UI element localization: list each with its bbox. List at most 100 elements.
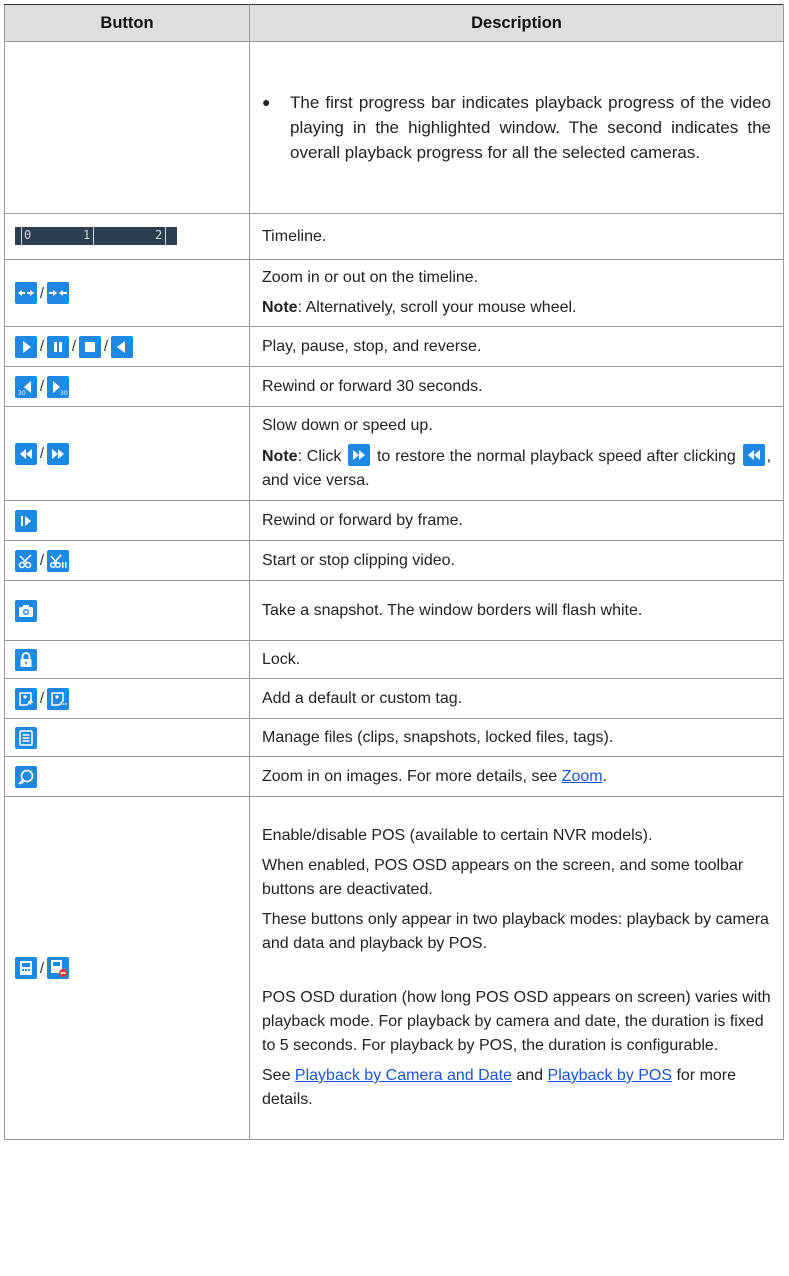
bullet-text: The first progress bar indicates playbac…	[290, 93, 771, 162]
description-text: Zoom in or out on the timeline.	[262, 269, 479, 286]
button-description-table: Button Description ● The first progress …	[4, 4, 784, 1140]
button-cell	[4, 580, 250, 641]
table-row-play-controls: / / / Play, pause, stop, and reverse.	[4, 326, 784, 367]
enable-pos-icon	[15, 957, 37, 979]
speed-up-icon	[47, 442, 69, 465]
timeline-tick-label: 0	[24, 228, 32, 243]
slash-separator: /	[39, 552, 45, 569]
button-cell	[4, 500, 250, 541]
button-cell: /	[4, 406, 250, 501]
shrink-timeline-icon	[47, 282, 69, 304]
note-label: Note	[262, 448, 298, 465]
note-paragraph: Note: Alternatively, scroll your mouse w…	[262, 296, 771, 320]
table-row-pos: / Enable/disable POS (available to certa…	[4, 796, 784, 1140]
button-cell	[4, 718, 250, 757]
slash-separator: /	[39, 959, 45, 977]
table-row-zoom-image: Zoom in on images. For more details, see…	[4, 756, 784, 797]
description-cell: Start or stop clipping video.	[249, 540, 784, 581]
table-row-zoom-timeline: / Zoom in or out on the timeline. Note: …	[4, 259, 784, 327]
slash-separator: /	[39, 338, 45, 355]
description-text: and	[511, 1067, 548, 1084]
description-cell: Lock.	[249, 640, 784, 679]
expand-timeline-icon	[15, 282, 37, 304]
forward-30-icon: 30	[47, 375, 69, 398]
slash-separator: /	[39, 690, 45, 707]
timeline-icon: 0 1 2	[15, 227, 177, 246]
note-paragraph: Note: Click to restore the normal playba…	[262, 444, 771, 493]
rewind-30-icon: 30	[15, 375, 37, 398]
pause-icon	[47, 335, 69, 358]
description-cell: Rewind or forward by frame.	[249, 500, 784, 541]
button-cell: / / /	[4, 326, 250, 367]
slash-separator: /	[71, 338, 77, 355]
slow-down-icon	[15, 442, 37, 465]
button-cell: 30 / 30	[4, 366, 250, 407]
description-cell: Rewind or forward 30 seconds.	[249, 366, 784, 407]
description-text: .	[602, 767, 608, 785]
description-cell: Add a default or custom tag.	[249, 678, 784, 719]
see-also-paragraph: See Playback by Camera and Date and Play…	[262, 1064, 771, 1112]
slash-separator: /	[103, 338, 109, 355]
camera-icon	[15, 599, 37, 622]
column-header-description: Description	[249, 4, 784, 42]
playback-by-pos-link[interactable]: Playback by POS	[548, 1067, 673, 1084]
column-header-button: Button	[4, 4, 250, 42]
table-row-frame: Rewind or forward by frame.	[4, 500, 784, 541]
frame-step-icon	[15, 509, 37, 532]
slash-separator: /	[39, 445, 45, 462]
svg-text:30: 30	[60, 390, 68, 397]
play-icon	[15, 335, 37, 358]
button-cell: /	[4, 678, 250, 719]
button-cell: /	[4, 796, 250, 1140]
table-row-progress: ● The first progress bar indicates playb…	[4, 41, 784, 214]
table-header-row: Button Description	[4, 4, 784, 42]
description-cell: Manage files (clips, snapshots, locked f…	[249, 718, 784, 757]
description-text: Enable/disable POS (available to certain…	[262, 827, 653, 844]
note-text: to restore the normal playback speed aft…	[372, 448, 741, 465]
disable-pos-icon	[47, 957, 69, 979]
bullet-item: ● The first progress bar indicates playb…	[262, 90, 771, 165]
table-row-clip: / Start or stop clipping video.	[4, 540, 784, 581]
manage-files-icon	[15, 726, 37, 749]
note-label: Note	[262, 299, 298, 316]
slash-separator: /	[39, 284, 45, 302]
speed-up-icon	[348, 444, 371, 466]
table-row-lock: Lock.	[4, 640, 784, 679]
description-cell: ● The first progress bar indicates playb…	[249, 41, 784, 214]
description-cell: Zoom in on images. For more details, see…	[249, 756, 784, 797]
description-cell: Slow down or speed up. Note: Click to re…	[249, 406, 784, 501]
svg-text:30: 30	[18, 390, 26, 397]
slash-separator: /	[39, 378, 45, 395]
description-text: Slow down or speed up.	[262, 417, 433, 434]
timeline-tick-label: 1	[83, 228, 91, 243]
table-row-files: Manage files (clips, snapshots, locked f…	[4, 718, 784, 757]
description-text: See	[262, 1067, 295, 1084]
table-row-rewind30: 30 / 30 Rewind or forward 30 seconds.	[4, 366, 784, 407]
description-text: POS OSD duration (how long POS OSD appea…	[262, 989, 771, 1054]
playback-by-camera-date-link[interactable]: Playback by Camera and Date	[295, 1067, 512, 1084]
timeline-tick-label: 2	[155, 228, 163, 243]
slow-down-icon	[742, 444, 765, 466]
table-row-timeline: 0 1 2 Timeline.	[4, 213, 784, 260]
button-cell	[4, 756, 250, 797]
button-cell-empty	[4, 41, 250, 214]
description-cell: Zoom in or out on the timeline. Note: Al…	[249, 259, 784, 327]
button-cell: 0 1 2	[4, 213, 250, 260]
table-row-tag: / Add a default or custom tag.	[4, 678, 784, 719]
add-custom-tag-icon	[47, 687, 69, 710]
table-row-snapshot: Take a snapshot. The window borders will…	[4, 580, 784, 641]
stop-icon	[79, 335, 101, 358]
description-cell: Take a snapshot. The window borders will…	[249, 580, 784, 641]
description-cell: Timeline.	[249, 213, 784, 260]
button-cell: /	[4, 259, 250, 327]
button-cell	[4, 640, 250, 679]
table-row-speed: / Slow down or speed up. Note: Click to …	[4, 406, 784, 501]
note-text: : Click	[297, 448, 347, 465]
zoom-image-icon	[15, 765, 37, 788]
description-cell: Enable/disable POS (available to certain…	[249, 796, 784, 1140]
lock-icon	[15, 648, 37, 671]
stop-clip-icon	[47, 549, 69, 572]
add-default-tag-icon	[15, 687, 37, 710]
zoom-link[interactable]: Zoom	[562, 768, 603, 785]
note-text: : Alternatively, scroll your mouse wheel…	[297, 299, 577, 316]
